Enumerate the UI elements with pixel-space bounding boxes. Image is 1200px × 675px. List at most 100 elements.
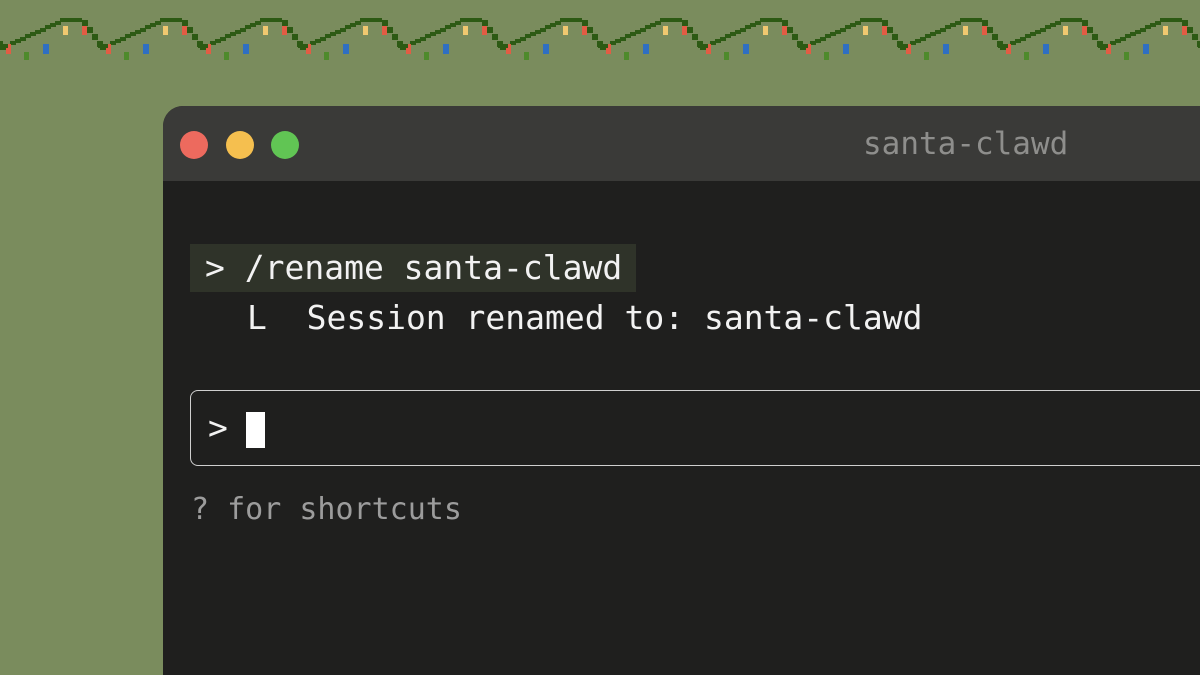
- garland-wire-segment: [660, 18, 682, 22]
- garland-wire-segment: [692, 34, 698, 40]
- garland-wire-segment: [1098, 44, 1108, 48]
- close-button[interactable]: [180, 131, 208, 159]
- light-bulb-icon: [482, 26, 487, 35]
- garland-wire-segment: [1160, 18, 1182, 22]
- light-bulb-icon: [543, 44, 549, 54]
- zoom-button[interactable]: [271, 131, 299, 159]
- garland-wire-segment: [492, 34, 498, 40]
- light-bulb-icon: [1143, 44, 1149, 54]
- light-bulb-icon: [982, 26, 987, 35]
- garland-wire-segment: [598, 44, 608, 48]
- garland-wire-segment: [1082, 20, 1088, 26]
- garland-wire-segment: [92, 34, 98, 40]
- light-bulb-icon: [1182, 26, 1187, 35]
- garland-wire-segment: [98, 44, 108, 48]
- garland-wire-segment: [282, 20, 288, 26]
- title-bar[interactable]: santa-clawd: [163, 106, 1200, 181]
- shortcuts-hint: ? for shortcuts: [191, 492, 462, 527]
- garland-wire-segment: [1187, 27, 1193, 33]
- garland-wire-segment: [360, 18, 382, 22]
- light-bulb-icon: [463, 26, 468, 35]
- garland-wire-segment: [0, 44, 8, 48]
- garland-wire-segment: [460, 18, 482, 22]
- light-bulb-icon: [582, 26, 587, 35]
- garland-wire-segment: [792, 34, 798, 40]
- garland-wire-segment: [982, 20, 988, 26]
- garland-wire-segment: [482, 20, 488, 26]
- light-bulb-icon: [382, 26, 387, 35]
- garland-wire-segment: [1182, 20, 1188, 26]
- light-bulb-icon: [782, 26, 787, 35]
- garland-wire-segment: [592, 34, 598, 40]
- light-bulb-icon: [82, 26, 87, 35]
- light-bulb-icon: [43, 44, 49, 54]
- light-bulb-icon: [824, 52, 829, 60]
- garland-wire-segment: [198, 44, 208, 48]
- light-bulb-icon: [363, 26, 368, 35]
- light-bulb-icon: [424, 52, 429, 60]
- minimize-button[interactable]: [226, 131, 254, 159]
- garland-wire-segment: [498, 44, 508, 48]
- garland-wire-segment: [382, 20, 388, 26]
- light-bulb-icon: [882, 26, 887, 35]
- light-bulb-icon: [263, 26, 268, 35]
- garland-wire-segment: [82, 20, 88, 26]
- garland-wire-segment: [760, 18, 782, 22]
- garland-wire-segment: [860, 18, 882, 22]
- light-bulb-icon: [24, 52, 29, 60]
- garland-wire-segment: [60, 18, 82, 22]
- christmas-lights-garland: [0, 18, 1200, 60]
- garland-wire-segment: [182, 20, 188, 26]
- garland-wire-segment: [882, 20, 888, 26]
- garland-wire-segment: [798, 44, 808, 48]
- light-bulb-icon: [1043, 44, 1049, 54]
- prompt-input-box[interactable]: >: [190, 390, 1200, 466]
- garland-wire-segment: [787, 27, 793, 33]
- garland-wire-segment: [387, 27, 393, 33]
- light-bulb-icon: [163, 26, 168, 35]
- terminal-window: santa-clawd > /rename santa-clawd L Sess…: [163, 106, 1200, 675]
- light-bulb-icon: [663, 26, 668, 35]
- light-bulb-icon: [743, 44, 749, 54]
- light-bulb-icon: [624, 52, 629, 60]
- garland-wire-segment: [398, 44, 408, 48]
- light-bulb-icon: [763, 26, 768, 35]
- light-bulb-icon: [924, 52, 929, 60]
- prompt-glyph: >: [208, 408, 228, 447]
- garland-wire-segment: [1192, 34, 1198, 40]
- garland-wire-segment: [582, 20, 588, 26]
- light-bulb-icon: [563, 26, 568, 35]
- garland-wire-segment: [998, 44, 1008, 48]
- light-bulb-icon: [1063, 26, 1068, 35]
- garland-wire-segment: [292, 34, 298, 40]
- light-bulb-icon: [443, 44, 449, 54]
- light-bulb-icon: [243, 44, 249, 54]
- light-bulb-icon: [1124, 52, 1129, 60]
- garland-wire-segment: [187, 27, 193, 33]
- text-cursor: [246, 412, 265, 448]
- garland-wire-segment: [892, 34, 898, 40]
- light-bulb-icon: [724, 52, 729, 60]
- garland-wire-segment: [782, 20, 788, 26]
- garland-wire-segment: [1087, 27, 1093, 33]
- light-bulb-icon: [843, 44, 849, 54]
- garland-wire-segment: [298, 44, 308, 48]
- light-bulb-icon: [682, 26, 687, 35]
- command-history-line: > /rename santa-clawd: [190, 244, 637, 292]
- light-bulb-icon: [1024, 52, 1029, 60]
- garland-wire-segment: [260, 18, 282, 22]
- garland-wire-segment: [287, 27, 293, 33]
- light-bulb-icon: [63, 26, 68, 35]
- light-bulb-icon: [943, 44, 949, 54]
- light-bulb-icon: [182, 26, 187, 35]
- light-bulb-icon: [143, 44, 149, 54]
- garland-wire-segment: [560, 18, 582, 22]
- light-bulb-icon: [963, 26, 968, 35]
- garland-wire-segment: [87, 27, 93, 33]
- light-bulb-icon: [643, 44, 649, 54]
- garland-wire-segment: [898, 44, 908, 48]
- garland-wire-segment: [992, 34, 998, 40]
- garland-wire-segment: [698, 44, 708, 48]
- garland-wire-segment: [960, 18, 982, 22]
- garland-wire-segment: [682, 20, 688, 26]
